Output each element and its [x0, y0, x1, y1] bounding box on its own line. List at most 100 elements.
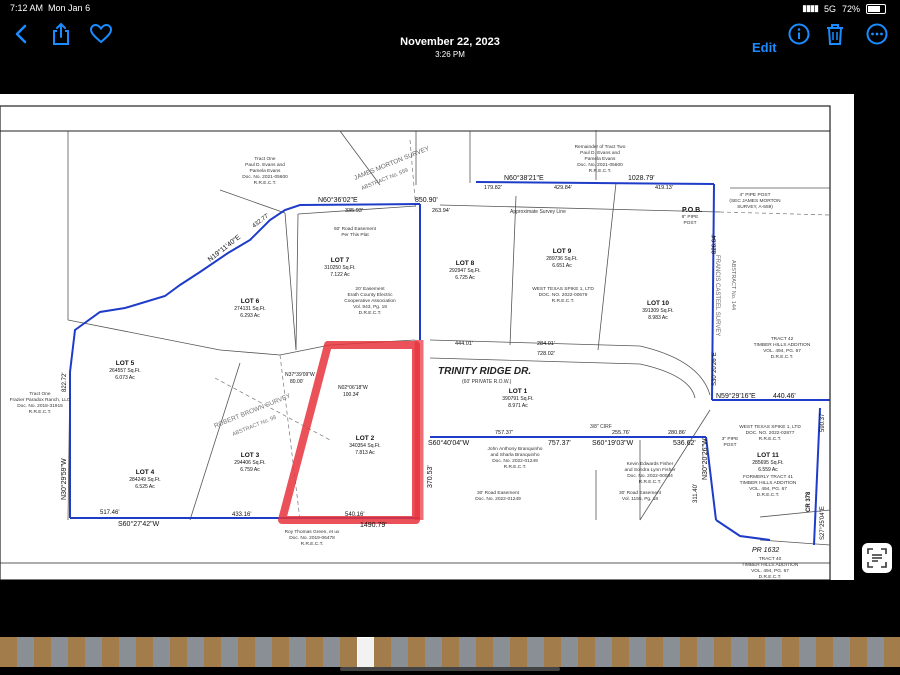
live-text-icon[interactable] [862, 543, 892, 573]
distance: 444.01' [455, 341, 473, 347]
photo-thumbnail[interactable] [629, 637, 646, 667]
photo-thumbnail[interactable] [187, 637, 204, 667]
photo-thumbnail[interactable] [408, 637, 425, 667]
svg-text:Paul D. Evans and: Paul D. Evans and [245, 162, 285, 168]
photo-thumbnail[interactable] [119, 637, 136, 667]
photo-thumbnail[interactable] [527, 637, 544, 667]
photo-thumbnail[interactable] [289, 637, 306, 667]
photo-thumbnail[interactable] [102, 637, 119, 667]
photo-thumbnail[interactable] [221, 637, 238, 667]
photo-thumbnail[interactable] [561, 637, 578, 667]
lot-acres: 8.983 Ac [648, 315, 668, 321]
photo-thumbnail[interactable] [374, 637, 391, 667]
photo-thumbnail[interactable] [799, 637, 816, 667]
lot-acres: 6.293 Ac [240, 313, 260, 319]
photo-thumbnail[interactable] [34, 637, 51, 667]
photo-thumbnail[interactable] [85, 637, 102, 667]
home-indicator [340, 667, 560, 671]
svg-text:D.R.E.C.T.: D.R.E.C.T. [771, 354, 794, 360]
photo-thumbnail[interactable] [493, 637, 510, 667]
nav-row: November 22, 2023 3:26 PM Edit [0, 16, 900, 59]
photo-thumbnail[interactable] [731, 637, 748, 667]
svg-text:R.R.E.C.T.: R.R.E.C.T. [639, 479, 662, 485]
svg-text:Doc. No. 2018-31915: Doc. No. 2018-31915 [17, 403, 63, 409]
svg-text:Pamela Evans: Pamela Evans [585, 156, 617, 162]
photo-thumbnail[interactable] [170, 637, 187, 667]
svg-text:Remainder of Tract Two: Remainder of Tract Two [575, 144, 626, 150]
photo-thumbnail[interactable] [884, 637, 900, 667]
photo-thumbnail[interactable] [153, 637, 170, 667]
photo-thumbnail[interactable] [850, 637, 867, 667]
svg-text:Cooperative Association: Cooperative Association [344, 298, 396, 304]
photo-thumbnail[interactable] [255, 637, 272, 667]
svg-text:D.R.E.C.T.: D.R.E.C.T. [359, 310, 382, 316]
photo-thumbnail[interactable] [272, 637, 289, 667]
svg-text:DOC. NO. 2022-00679: DOC. NO. 2022-00679 [539, 292, 588, 298]
distance: 179.82' [484, 185, 502, 191]
bearing: S60°19'03"W [592, 439, 634, 447]
lot-name: LOT 3 [241, 452, 260, 459]
photo-thumbnail[interactable] [442, 637, 459, 667]
photo-thumbnail[interactable] [612, 637, 629, 667]
photo-thumbnail[interactable] [833, 637, 850, 667]
svg-text:Doc. No. 2022-00084: Doc. No. 2022-00084 [627, 473, 673, 479]
photo-thumbnail[interactable] [306, 637, 323, 667]
photo-thumbnail[interactable] [867, 637, 884, 667]
thumbnail-strip[interactable] [0, 637, 900, 667]
edit-button[interactable]: Edit [752, 40, 777, 55]
lot-area: 390791 Sq.Ft. [502, 396, 533, 402]
photo-thumbnail[interactable] [459, 637, 476, 667]
photo-thumbnail[interactable] [17, 637, 34, 667]
svg-text:Roy Thomas Green, et ux: Roy Thomas Green, et ux [285, 529, 340, 535]
svg-text:R.R.E.C.T.: R.R.E.C.T. [759, 436, 782, 442]
photo-thumbnail[interactable] [204, 637, 221, 667]
heart-icon[interactable] [88, 21, 114, 47]
top-bar: 7:12 AM Mon Jan 6 ▮▮▮▮ 5G 72% November 2… [0, 0, 900, 94]
photo-thumbnail[interactable] [0, 637, 17, 667]
share-icon[interactable] [48, 21, 74, 47]
trash-icon[interactable] [822, 21, 848, 47]
photo-thumbnail[interactable] [510, 637, 527, 667]
photo-thumbnail[interactable] [663, 637, 680, 667]
photo-thumbnail[interactable] [391, 637, 408, 667]
photo-thumbnail[interactable] [323, 637, 340, 667]
photo-thumbnail[interactable] [595, 637, 612, 667]
status-indicators: ▮▮▮▮ 5G 72% [802, 3, 886, 14]
photo-thumbnail[interactable] [51, 637, 68, 667]
chevron-left-icon[interactable] [8, 21, 34, 47]
photo-thumbnail[interactable] [680, 637, 697, 667]
photo-image[interactable]: TRINITY RIDGE DR. (60' PRIVATE R.O.W.) J… [0, 94, 854, 581]
survey-line-note: Approximate Survey Line [510, 209, 566, 215]
svg-text:and Sondra Lynn Fisher: and Sondra Lynn Fisher [624, 467, 675, 473]
info-icon[interactable] [786, 21, 812, 47]
svg-text:30' Road Easement: 30' Road Easement [477, 490, 520, 496]
photo-thumbnail[interactable] [238, 637, 255, 667]
svg-text:Tract One: Tract One [254, 156, 275, 162]
lot-name: LOT 8 [456, 260, 475, 267]
photo-thumbnail[interactable] [68, 637, 85, 667]
distance: 590.37' [820, 413, 826, 433]
svg-text:John Anthony Branquinho: John Anthony Branquinho [488, 446, 543, 452]
photo-thumbnail[interactable] [646, 637, 663, 667]
photo-thumbnail[interactable] [816, 637, 833, 667]
bearing: S30°20'26"E [712, 352, 718, 386]
photo-thumbnail[interactable] [578, 637, 595, 667]
photo-thumbnail[interactable] [748, 637, 765, 667]
svg-text:Paul D. Evans and: Paul D. Evans and [580, 150, 620, 156]
photo-header: November 22, 2023 3:26 PM [350, 36, 550, 59]
photo-thumbnail[interactable] [136, 637, 153, 667]
photo-thumbnail[interactable] [425, 637, 442, 667]
photo-thumbnail[interactable] [697, 637, 714, 667]
photo-thumbnail[interactable] [340, 637, 357, 667]
photo-thumbnail[interactable] [544, 637, 561, 667]
svg-text:WEST TEXAS SPIKE 1, LTD: WEST TEXAS SPIKE 1, LTD [739, 424, 801, 430]
distance: 728.02' [537, 351, 555, 357]
photo-thumbnail[interactable] [714, 637, 731, 667]
photo-thumbnail[interactable] [782, 637, 799, 667]
svg-text:and Sharla Branquinho: and Sharla Branquinho [490, 452, 539, 458]
photo-thumbnail[interactable] [765, 637, 782, 667]
svg-text:DOC. NO. 2022-02877: DOC. NO. 2022-02877 [746, 430, 795, 436]
more-icon[interactable] [864, 21, 890, 47]
photo-thumbnail[interactable] [476, 637, 493, 667]
signal-icon: ▮▮▮▮ [802, 3, 819, 13]
